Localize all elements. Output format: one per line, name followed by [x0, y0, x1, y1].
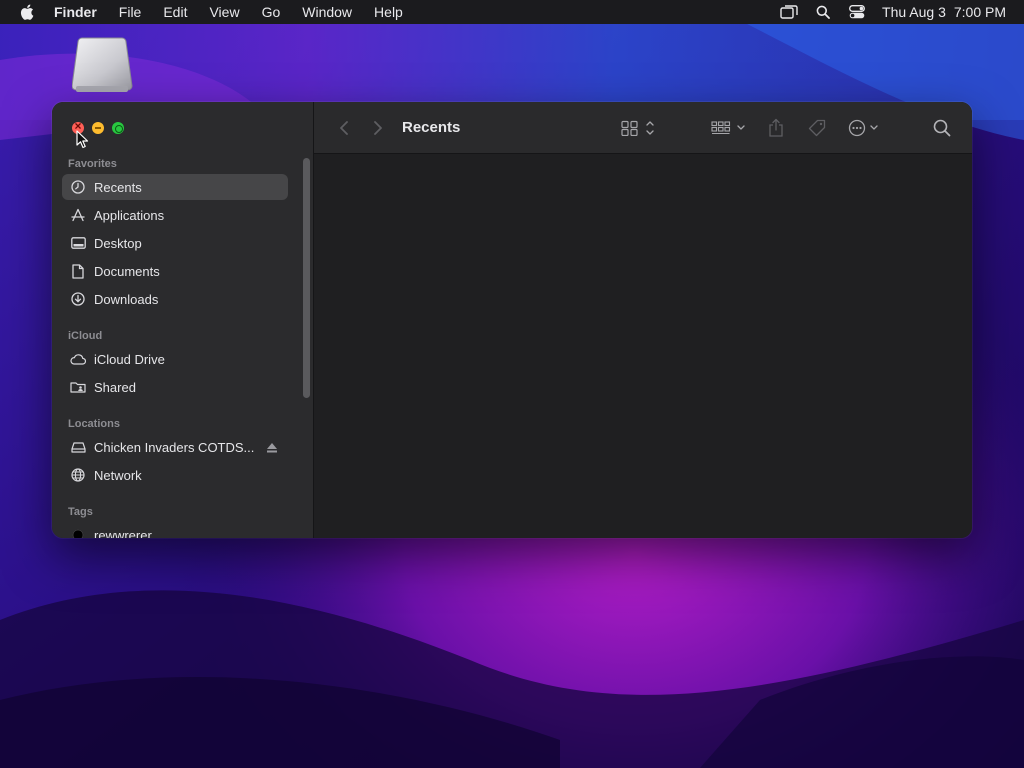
sidebar-item-icloud-drive[interactable]: iCloud Drive	[62, 346, 288, 372]
menu-bar: Finder File Edit View Go Window Help Thu…	[0, 0, 1024, 24]
external-drive-icon[interactable]	[72, 34, 138, 98]
menubar-clock[interactable]: Thu Aug 3 7:00 PM	[882, 4, 1006, 20]
menu-file[interactable]: File	[108, 0, 153, 24]
sidebar-section-locations: Locations	[68, 418, 120, 430]
grid-view-icon	[621, 120, 654, 136]
sidebar-item-network[interactable]: Network	[62, 462, 288, 488]
window-title: Recents	[402, 119, 461, 136]
menu-go[interactable]: Go	[251, 0, 292, 24]
mouse-pointer-icon	[76, 130, 89, 149]
apple-logo-icon[interactable]	[0, 0, 54, 24]
group-by-icon	[711, 121, 745, 135]
share-button[interactable]	[766, 116, 786, 140]
chevron-right-icon	[374, 121, 382, 135]
tag-icon	[808, 119, 826, 137]
eject-icon[interactable]	[266, 439, 278, 455]
sidebar-item-label: Chicken Invaders COTDS...	[94, 439, 255, 455]
finder-window: Favorites Recents Applications Desktop D…	[52, 102, 972, 538]
network-globe-icon	[70, 467, 86, 483]
sidebar-item-label: rewwrerer	[94, 527, 152, 539]
download-icon	[70, 291, 86, 307]
main-pane: Recents	[314, 102, 972, 538]
screen-mirroring-icon[interactable]	[772, 0, 806, 24]
sidebar-item-shared[interactable]: Shared	[62, 374, 288, 400]
sidebar-section-icloud: iCloud	[68, 330, 103, 342]
group-by-button[interactable]	[710, 116, 750, 140]
sidebar-section-favorites: Favorites	[68, 158, 117, 170]
sidebar-item-recents[interactable]: Recents	[62, 174, 288, 200]
desktop-icon	[70, 235, 86, 251]
sidebar: Favorites Recents Applications Desktop D…	[52, 102, 314, 538]
share-icon	[769, 118, 783, 137]
sidebar-item-desktop[interactable]: Desktop	[62, 230, 288, 256]
sidebar-item-applications[interactable]: Applications	[62, 202, 288, 228]
sidebar-section-tags: Tags	[68, 506, 93, 518]
applications-icon	[70, 207, 86, 223]
menu-help[interactable]: Help	[363, 0, 414, 24]
clock-date: Thu Aug 3	[882, 4, 946, 20]
sidebar-item-tag-rewwrerer[interactable]: rewwrerer	[62, 522, 288, 538]
search-button[interactable]	[930, 116, 954, 140]
cloud-icon	[70, 351, 86, 367]
tag-button[interactable]	[806, 116, 828, 140]
menu-view[interactable]: View	[198, 0, 250, 24]
clock-time: 7:00 PM	[953, 4, 1006, 20]
sidebar-item-label: Recents	[94, 179, 142, 195]
menu-finder[interactable]: Finder	[54, 0, 108, 24]
menu-edit[interactable]: Edit	[152, 0, 198, 24]
shared-folder-icon	[70, 379, 86, 395]
search-icon	[933, 119, 951, 137]
spotlight-search-icon[interactable]	[806, 0, 840, 24]
menu-window[interactable]: Window	[291, 0, 363, 24]
minimize-button[interactable]	[92, 122, 104, 134]
forward-button[interactable]	[368, 116, 388, 140]
back-button[interactable]	[334, 116, 354, 140]
toolbar: Recents	[314, 102, 972, 154]
sidebar-item-label: Applications	[94, 207, 165, 223]
sidebar-item-chicken-invaders-disk[interactable]: Chicken Invaders COTDS...	[62, 434, 288, 460]
chevron-left-icon	[340, 121, 348, 135]
disk-icon	[70, 439, 86, 455]
document-icon	[70, 263, 86, 279]
view-mode-button[interactable]	[620, 116, 660, 140]
sidebar-item-label: iCloud Drive	[94, 351, 165, 367]
sidebar-item-label: Downloads	[94, 291, 159, 307]
sidebar-item-label: Shared	[94, 379, 136, 395]
sidebar-item-label: Network	[94, 467, 142, 483]
sidebar-item-label: Documents	[94, 263, 160, 279]
control-center-icon[interactable]	[840, 0, 874, 24]
more-actions-button[interactable]	[846, 116, 886, 140]
sidebar-item-downloads[interactable]: Downloads	[62, 286, 288, 312]
file-list-area[interactable]	[314, 155, 972, 538]
clock-icon	[70, 179, 86, 195]
more-actions-icon	[848, 119, 878, 137]
sidebar-scrollbar[interactable]	[303, 158, 310, 398]
sidebar-item-documents[interactable]: Documents	[62, 258, 288, 284]
sidebar-item-label: Desktop	[94, 235, 142, 251]
tag-color-dot-icon	[70, 527, 86, 538]
zoom-button[interactable]	[112, 122, 124, 134]
